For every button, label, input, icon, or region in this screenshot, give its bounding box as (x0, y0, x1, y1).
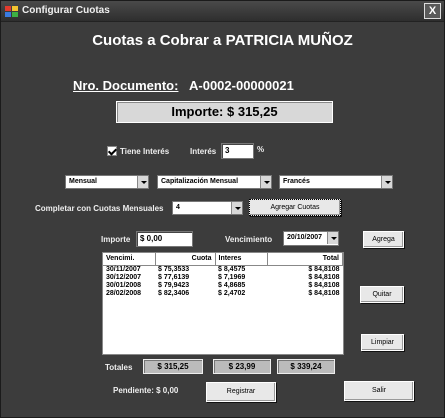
chevron-down-icon[interactable] (231, 202, 242, 214)
tiene-interes-label: Tiene Interés (120, 147, 170, 156)
chevron-down-icon[interactable] (327, 232, 338, 244)
total-general-display: $ 339,24 (277, 359, 335, 374)
cantidad-cuotas-value: 4 (176, 204, 180, 211)
cell-cuota: $ 77,6139 (158, 273, 190, 281)
quitar-button[interactable]: Quitar (360, 286, 404, 303)
table-row[interactable]: 30/12/2007 $ 77,6139 $ 7,1969 $ 84,8108 (103, 274, 343, 282)
cantidad-cuotas-select[interactable]: 4 (172, 201, 243, 215)
configurar-cuotas-window: Configurar Cuotas X Cuotas a Cobrar a PA… (0, 0, 445, 418)
column-header[interactable]: Total (267, 253, 343, 266)
column-header[interactable]: Vencimi. (103, 253, 156, 266)
cell-interes: $ 7,1969 (218, 273, 246, 281)
cell-vencimiento: 28/02/2008 (106, 289, 142, 297)
documento-label: Nro. Documento: (73, 78, 179, 93)
cell-interes: $ 2,4702 (218, 289, 246, 297)
cell-total: $ 84,8108 (308, 289, 340, 297)
sistema-select[interactable]: Francés (279, 175, 393, 189)
cell-interes: $ 8,4575 (218, 265, 246, 273)
cell-total: $ 84,8108 (308, 281, 340, 289)
cell-total: $ 84,8108 (308, 265, 340, 273)
importe-total-display: Importe: $ 315,25 (116, 101, 333, 123)
table-row[interactable]: 28/02/2008 $ 82,3406 $ 2,4702 $ 84,8108 (103, 290, 343, 298)
total-interes-display: $ 23,99 (213, 359, 271, 374)
pendiente-label: Pendiente: $ 0,00 (113, 386, 179, 395)
interes-input[interactable]: 3 (221, 143, 254, 159)
periodo-select-value: Mensual (69, 178, 98, 185)
total-cuota-display: $ 315,25 (143, 359, 203, 374)
interes-label: Interés (190, 147, 217, 156)
vencimiento-picker[interactable]: 20/10/2007 (283, 231, 339, 246)
cell-interes: $ 4,8685 (218, 281, 246, 289)
sistema-select-value: Francés (283, 178, 310, 185)
column-header[interactable]: Cuota (155, 253, 216, 266)
importe-label: Importe (101, 235, 131, 244)
chevron-down-icon[interactable] (381, 176, 392, 188)
cell-total: $ 84,8108 (308, 273, 340, 281)
registrar-button[interactable]: Registrar (206, 382, 276, 402)
periodo-select[interactable]: Mensual (65, 175, 149, 189)
window-title: Configurar Cuotas (22, 5, 110, 16)
app-icon (5, 6, 18, 17)
interes-unit: % (257, 145, 265, 154)
capitalizacion-select-value: Capitalización Mensual (161, 178, 239, 185)
tiene-interes-checkbox[interactable] (107, 146, 117, 156)
title-bar[interactable]: Configurar Cuotas X (1, 1, 444, 22)
table-header-row: Vencimi. Cuota Interes Total (103, 253, 343, 266)
cell-cuota: $ 79,9423 (158, 281, 190, 289)
totales-label: Totales (105, 363, 133, 372)
cuotas-table[interactable]: Vencimi. Cuota Interes Total 30/11/2007 … (102, 252, 344, 355)
table-row[interactable]: 30/01/2008 $ 79,9423 $ 4,8685 $ 84,8108 (103, 282, 343, 290)
column-header[interactable]: Interes (215, 253, 268, 266)
cell-vencimiento: 30/11/2007 (106, 265, 141, 273)
cell-cuota: $ 75,3533 (158, 265, 190, 273)
table-row[interactable]: 30/11/2007 $ 75,3533 $ 8,4575 $ 84,8108 (103, 265, 343, 274)
page-title: Cuotas a Cobrar a PATRICIA MUÑOZ (92, 32, 353, 49)
close-button[interactable]: X (424, 3, 441, 19)
vencimiento-value: 20/10/2007 (287, 234, 323, 241)
close-icon: X (428, 5, 437, 17)
cell-cuota: $ 82,3406 (158, 289, 190, 297)
chevron-down-icon[interactable] (260, 176, 271, 188)
vencimiento-label: Vencimiento (225, 235, 273, 244)
chevron-down-icon[interactable] (137, 176, 148, 188)
completar-label: Completar con Cuotas Mensuales (35, 204, 164, 213)
limpiar-button[interactable]: Limpiar (361, 334, 404, 351)
agrega-button[interactable]: Agrega (363, 231, 404, 248)
cell-vencimiento: 30/01/2008 (106, 281, 142, 289)
importe-input[interactable]: $ 0,00 (136, 231, 193, 247)
cell-vencimiento: 30/12/2007 (106, 273, 142, 281)
salir-button[interactable]: Salir (344, 381, 414, 401)
agregar-cuotas-button[interactable]: Agregar Cuotas (249, 199, 341, 216)
capitalizacion-select[interactable]: Capitalización Mensual (157, 175, 272, 189)
documento-value: A-0002-00000021 (189, 78, 294, 93)
